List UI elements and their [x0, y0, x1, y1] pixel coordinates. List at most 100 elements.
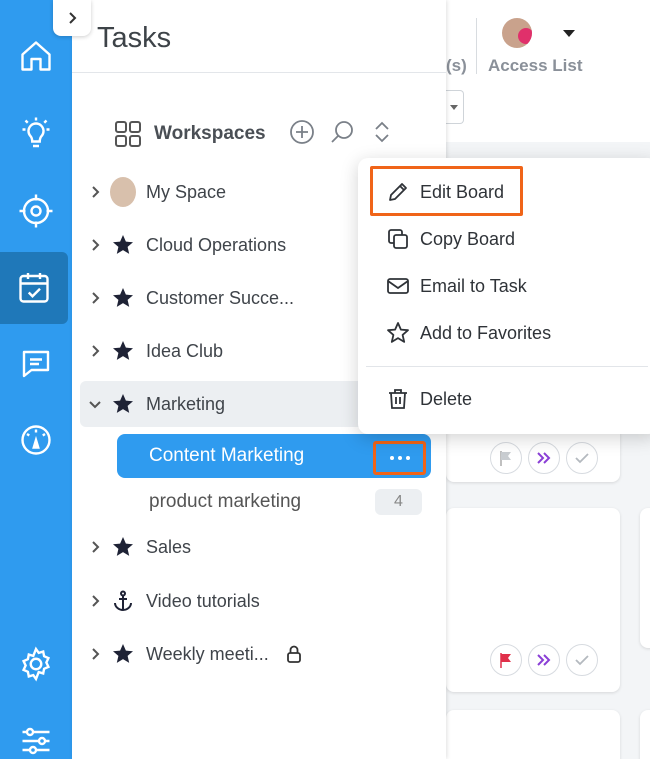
flag-button[interactable] — [490, 442, 522, 474]
workspace-label: Idea Club — [146, 340, 224, 361]
gauge-icon — [21, 425, 51, 455]
task-card[interactable] — [446, 710, 620, 759]
task-card[interactable] — [640, 508, 650, 648]
tasks-button[interactable] — [0, 252, 68, 324]
trash-icon — [389, 389, 407, 409]
chat-button[interactable] — [0, 328, 72, 400]
flag-icon — [500, 653, 511, 668]
target-icon — [19, 194, 53, 228]
star-icon — [110, 391, 136, 417]
ideas-button[interactable] — [0, 98, 72, 170]
workspace-label: Customer Succe... — [146, 287, 295, 308]
workspace-item-weekly-meetings[interactable]: Weekly meeti... — [80, 631, 444, 677]
flag-button[interactable] — [490, 644, 522, 676]
star-icon — [110, 641, 136, 667]
menu-item-label: Email to Task — [420, 275, 527, 296]
move-button[interactable] — [528, 644, 560, 676]
star-icon — [110, 534, 136, 560]
anchor-icon — [110, 588, 136, 614]
menu-divider — [366, 366, 648, 367]
check-icon — [575, 453, 589, 464]
grid-icon — [115, 121, 141, 147]
check-icon — [575, 655, 589, 666]
chevron-right-icon[interactable] — [80, 344, 110, 358]
count-badge: 4 — [375, 489, 422, 515]
user-avatar — [110, 177, 136, 207]
avatar-badge — [518, 28, 532, 44]
menu-item-label: Delete — [420, 388, 473, 409]
lightbulb-icon — [22, 117, 50, 148]
divider — [72, 72, 446, 73]
home-icon — [21, 41, 51, 71]
menu-item-copy-board[interactable]: Copy Board — [386, 219, 515, 259]
board-more-button[interactable] — [373, 441, 426, 475]
access-list-link[interactable]: Access List — [488, 56, 583, 76]
settings-button[interactable] — [0, 628, 72, 700]
goals-button[interactable] — [0, 175, 72, 247]
mail-icon — [387, 278, 409, 294]
menu-item-add-to-favorites[interactable]: Add to Favorites — [386, 313, 551, 353]
sliders-icon — [22, 727, 50, 755]
workspaces-header: Workspaces — [114, 116, 266, 152]
double-chevron-icon — [537, 452, 551, 464]
workspace-label: My Space — [146, 181, 227, 202]
workspaces-label: Workspaces — [154, 123, 266, 144]
menu-item-label: Add to Favorites — [420, 322, 552, 343]
menu-item-label: Copy Board — [420, 228, 516, 249]
chevron-right-icon[interactable] — [80, 594, 110, 608]
workspace-label: Marketing — [146, 393, 226, 414]
plus-circle-icon — [290, 120, 314, 144]
chevron-right-icon[interactable] — [80, 647, 110, 661]
chat-icon — [22, 350, 50, 378]
chevron-right-icon[interactable] — [80, 291, 110, 305]
page-title: Tasks — [97, 22, 172, 54]
chevron-right-icon[interactable] — [80, 185, 110, 199]
chevron-right-icon[interactable] — [80, 540, 110, 554]
more-dots-icon — [389, 456, 394, 460]
menu-item-email-to-task[interactable]: Email to Task — [386, 266, 527, 306]
task-card[interactable] — [446, 508, 620, 692]
menu-item-delete[interactable]: Delete — [386, 379, 472, 419]
chevron-right-icon[interactable] — [80, 238, 110, 252]
workspace-label: Weekly meeti... — [146, 643, 269, 664]
gear-icon — [21, 646, 51, 682]
add-workspace-button[interactable] — [288, 118, 316, 146]
board-select[interactable] — [446, 90, 464, 124]
calendar-check-icon — [19, 273, 49, 303]
chevron-right-icon — [69, 12, 77, 24]
flag-icon — [500, 451, 511, 466]
menu-item-edit-board[interactable]: Edit Board — [386, 172, 504, 212]
preferences-button[interactable] — [0, 705, 72, 759]
copy-icon — [388, 229, 408, 249]
board-label: product marketing — [149, 491, 302, 512]
board-context-menu: Edit Board Copy Board Email to Task Add … — [358, 158, 650, 434]
header-divider — [476, 18, 477, 74]
complete-button[interactable] — [566, 442, 598, 474]
chevron-down-icon[interactable] — [80, 397, 110, 411]
caret-down-icon[interactable] — [563, 30, 575, 37]
workspace-label: Sales — [146, 536, 192, 557]
workspace-label: Cloud Operations — [146, 234, 287, 255]
task-card[interactable] — [640, 710, 650, 759]
sort-workspace-button[interactable] — [368, 118, 396, 146]
star-icon — [110, 285, 136, 311]
nav-rail — [0, 0, 72, 759]
dashboard-button[interactable] — [0, 404, 72, 476]
star-icon — [110, 232, 136, 258]
pencil-icon — [389, 183, 407, 201]
menu-item-label: Edit Board — [420, 181, 505, 202]
task-card[interactable] — [446, 432, 620, 482]
workspace-item-video-tutorials[interactable]: Video tutorials — [80, 578, 444, 624]
avatar[interactable] — [502, 18, 532, 48]
board-label: Content Marketing — [149, 445, 305, 466]
collapse-panel-button[interactable] — [53, 0, 91, 36]
move-button[interactable] — [528, 442, 560, 474]
workspace-tools — [288, 118, 396, 146]
header-partial-label: (s) — [446, 56, 467, 75]
workspace-item-sales[interactable]: Sales — [80, 524, 444, 570]
complete-button[interactable] — [566, 644, 598, 676]
search-workspace-button[interactable] — [328, 118, 356, 146]
star-icon — [110, 338, 136, 364]
double-chevron-icon — [537, 654, 551, 666]
sort-icon — [375, 121, 389, 143]
